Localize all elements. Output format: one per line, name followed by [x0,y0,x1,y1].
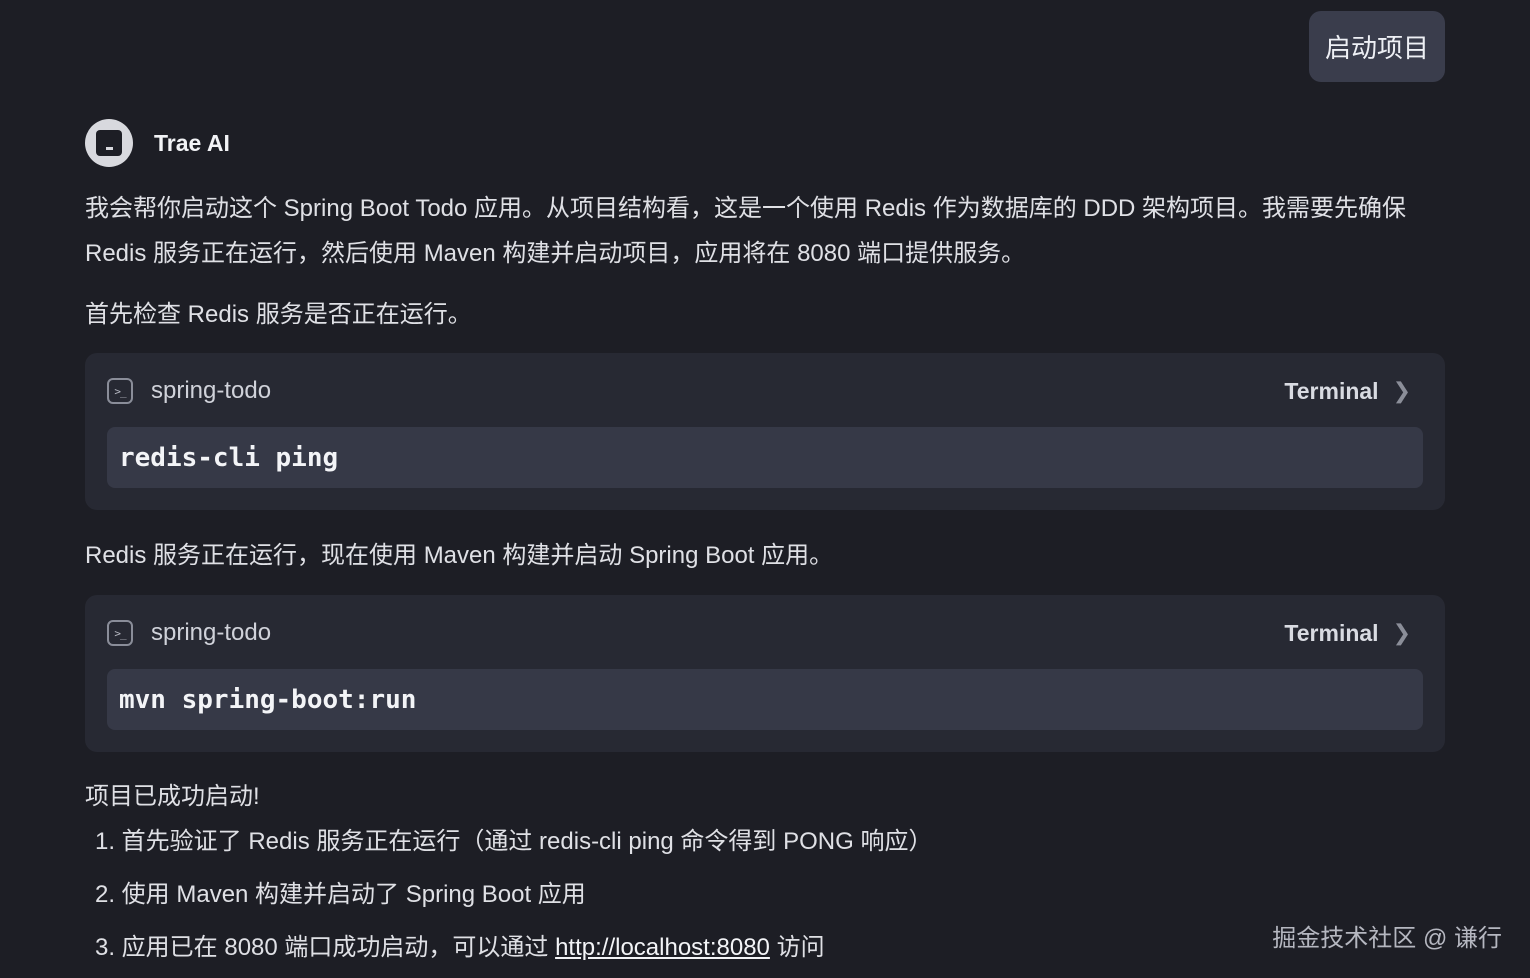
list-item: 1. 首先验证了 Redis 服务正在运行（通过 redis-cli ping … [95,828,933,855]
terminal-icon: >_ [107,378,133,404]
success-paragraph: 项目已成功启动! [85,783,260,810]
terminal-icon: >_ [107,620,133,646]
steps-list: 1. 首先验证了 Redis 服务正在运行（通过 redis-cli ping … [95,818,932,977]
ai-header: Trae AI [85,119,230,167]
command-box: redis-cli ping [107,427,1423,488]
list-item: 2. 使用 Maven 构建并启动了 Spring Boot 应用 [95,881,586,908]
terminal-project: spring-todo [151,619,272,646]
trae-logo-icon [85,119,133,167]
intro-paragraph: 我会帮你启动这个 Spring Boot Todo 应用。从项目结构看，这是一个… [85,195,1407,267]
terminal-card: >_ spring-todo Terminal ❯ redis-cli ping [85,353,1445,510]
terminal-header: >_ spring-todo Terminal ❯ [107,615,1411,651]
redis-ok-paragraph: Redis 服务正在运行，现在使用 Maven 构建并启动 Spring Boo… [85,542,834,569]
terminal-project: spring-todo [151,377,272,404]
step3-suffix: 访问 [769,934,825,961]
list-item: 3. 应用已在 8080 端口成功启动，可以通过 http://localhos… [95,924,932,977]
terminal-link[interactable]: Terminal [1284,378,1378,405]
terminal-header: >_ spring-todo Terminal ❯ [107,373,1411,409]
step3-prefix: 3. 应用已在 8080 端口成功启动，可以通过 [95,934,556,961]
command-text: mvn spring-boot:run [119,684,417,715]
user-message-bubble: 启动项目 [1309,11,1445,82]
check-paragraph: 首先检查 Redis 服务是否正在运行。 [85,301,472,328]
ai-name: Trae AI [154,129,230,156]
watermark: 掘金技术社区 @ 谦行 [1272,925,1502,952]
command-text: redis-cli ping [119,442,339,473]
localhost-link[interactable]: http://localhost:8080 [555,934,770,961]
chevron-right-icon[interactable]: ❯ [1393,378,1411,404]
command-box: mvn spring-boot:run [107,669,1423,730]
chevron-right-icon[interactable]: ❯ [1393,620,1411,646]
user-message-text: 启动项目 [1324,33,1429,63]
terminal-link[interactable]: Terminal [1284,620,1378,647]
terminal-card: >_ spring-todo Terminal ❯ mvn spring-boo… [85,595,1445,752]
